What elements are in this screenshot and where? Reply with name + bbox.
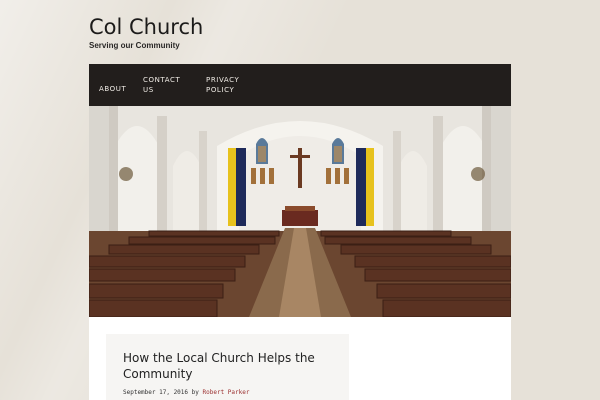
site-title[interactable]: Col Church [89,14,203,40]
post-author-link[interactable]: Robert Parker [203,389,250,396]
church-interior-image [89,106,511,317]
post-date[interactable]: September 17, 2016 [123,389,188,396]
nav-item-about[interactable]: ABOUT [99,84,126,94]
content-area: How the Local Church Helps the Community… [89,317,511,400]
main-navigation: ABOUT CONTACT US PRIVACY POLICY [89,64,511,106]
post-by: by [191,389,199,396]
post-title[interactable]: How the Local Church Helps the Community [123,350,333,382]
site-tagline: Serving our Community [89,41,180,50]
site-header: Col Church Serving our Community [89,14,203,50]
nav-item-privacy-policy[interactable]: PRIVACY POLICY [206,75,246,95]
post-meta: September 17, 2016 by Robert Parker [123,389,333,396]
nav-item-contact-us[interactable]: CONTACT US [143,75,183,95]
post-card: How the Local Church Helps the Community… [106,334,349,400]
header-image [89,106,511,317]
